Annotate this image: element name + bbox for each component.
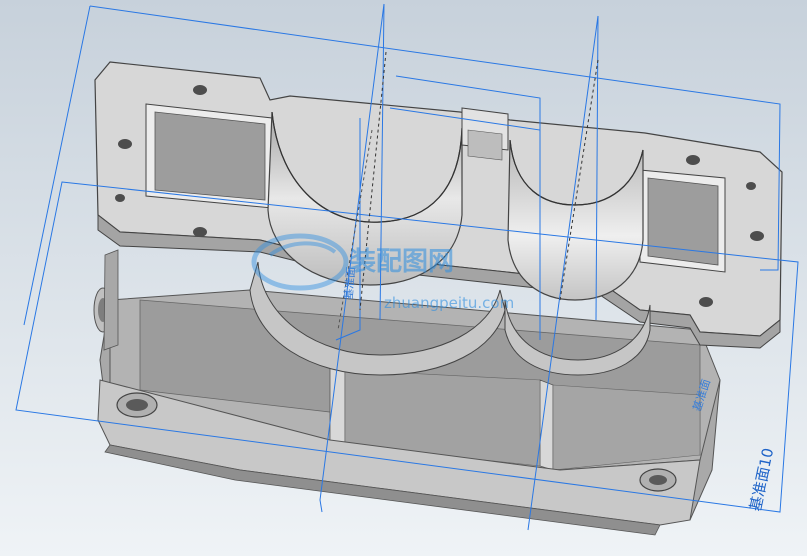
bolt-hole (115, 194, 125, 202)
bolt-hole (686, 155, 700, 165)
cad-viewport[interactable]: 基准面10 基准面 基准面 装配图网 zhuangpeitu.com (0, 0, 807, 556)
watermark-text: 装配图网 (350, 247, 454, 277)
bolt-hole (118, 139, 132, 149)
bolt-hole (193, 227, 207, 237)
bolt-hole (750, 231, 764, 241)
bolt-hole (193, 85, 207, 95)
watermark-url: zhuangpeitu.com (384, 294, 514, 312)
cad-scene: 基准面10 基准面 基准面 装配图网 zhuangpeitu.com (0, 0, 807, 556)
bolt-hole (699, 297, 713, 307)
